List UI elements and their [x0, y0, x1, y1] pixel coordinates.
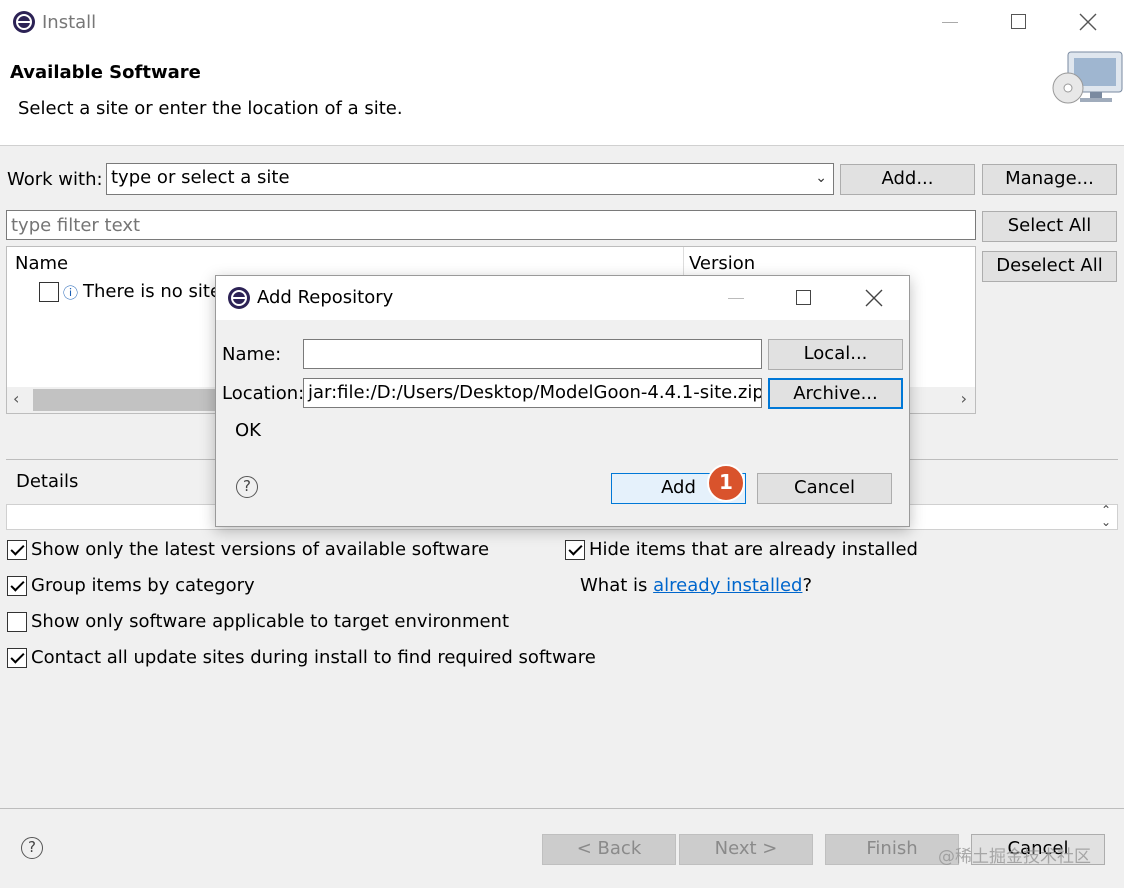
details-label: Details — [16, 471, 79, 492]
work-with-combo-text: type or select a site — [111, 167, 290, 188]
status-text: OK — [235, 420, 261, 441]
name-label: Name: — [222, 344, 282, 365]
install-banner-icon — [1050, 48, 1124, 112]
title-bar: Install — [0, 0, 1124, 46]
deselect-all-button[interactable]: Deselect All — [982, 251, 1117, 282]
what-is-suffix: ? — [802, 575, 813, 596]
back-button[interactable]: < Back — [542, 834, 676, 865]
group-by-category-checkbox[interactable] — [7, 576, 27, 596]
applicable-target-checkbox[interactable] — [7, 612, 27, 632]
page-subtitle: Select a site or enter the location of a… — [18, 98, 403, 119]
add-site-button[interactable]: Add... — [840, 164, 975, 195]
contact-sites-checkbox[interactable] — [7, 648, 27, 668]
location-label: Location: — [222, 383, 305, 404]
location-field[interactable]: jar:file:/D:/Users/Desktop/ModelGoon-4.4… — [303, 378, 762, 408]
filter-input[interactable] — [6, 210, 976, 240]
scroll-left-icon[interactable]: ‹ — [13, 389, 19, 408]
help-icon[interactable]: ? — [236, 476, 258, 498]
applicable-target-label: Show only software applicable to target … — [31, 611, 510, 632]
table-row: There is no site — [83, 281, 222, 302]
dialog-title-bar: Add Repository — [216, 276, 909, 320]
hide-installed-checkbox[interactable] — [565, 540, 585, 560]
work-with-label: Work with: — [7, 169, 103, 190]
step-badge: 1 — [707, 464, 745, 502]
details-spinner-icon[interactable]: ⌃ ⌄ — [1101, 504, 1111, 528]
next-button[interactable]: Next > — [679, 834, 813, 865]
latest-versions-checkbox[interactable] — [7, 540, 27, 560]
manage-button[interactable]: Manage... — [982, 164, 1117, 195]
eclipse-icon — [227, 286, 251, 310]
local-button[interactable]: Local... — [768, 339, 903, 370]
footer-divider — [0, 808, 1124, 809]
maximize-icon[interactable] — [783, 286, 823, 310]
page-title: Available Software — [10, 62, 201, 83]
table-row-checkbox[interactable] — [39, 282, 59, 302]
minimize-icon[interactable] — [716, 286, 756, 310]
help-icon[interactable]: ? — [21, 837, 43, 859]
group-by-category-label: Group items by category — [31, 575, 255, 596]
contact-sites-label: Contact all update sites during install … — [31, 647, 596, 668]
header-panel: Available Software Select a site or ente… — [0, 46, 1124, 146]
name-field[interactable] — [303, 339, 762, 369]
dialog-title: Add Repository — [257, 287, 394, 308]
close-icon[interactable] — [854, 284, 894, 312]
add-repository-dialog: Add Repository Name: Local... Location: … — [215, 275, 910, 527]
minimize-icon[interactable] — [930, 10, 970, 34]
scroll-right-icon[interactable]: › — [961, 389, 967, 408]
what-is-text: What is already installed? — [580, 575, 812, 596]
work-with-combo[interactable]: type or select a site ⌄ — [106, 163, 834, 195]
maximize-icon[interactable] — [998, 10, 1038, 34]
column-header-name[interactable]: Name — [15, 253, 68, 274]
column-divider — [683, 247, 684, 277]
what-is-prefix: What is — [580, 575, 654, 596]
archive-button[interactable]: Archive... — [768, 378, 903, 409]
dialog-cancel-button[interactable]: Cancel — [757, 473, 892, 504]
info-icon: ⓘ — [63, 284, 79, 302]
column-header-version[interactable]: Version — [689, 253, 755, 274]
latest-versions-label: Show only the latest versions of availab… — [31, 539, 490, 560]
window-title: Install — [42, 12, 97, 33]
eclipse-icon — [12, 10, 36, 34]
close-icon[interactable] — [1068, 8, 1108, 36]
already-installed-link[interactable]: already installed — [653, 575, 802, 596]
select-all-button[interactable]: Select All — [982, 211, 1117, 242]
chevron-down-icon[interactable]: ⌄ — [815, 164, 827, 192]
watermark: @稀土掘金技术社区 — [938, 847, 1091, 867]
hide-installed-label: Hide items that are already installed — [589, 539, 918, 560]
